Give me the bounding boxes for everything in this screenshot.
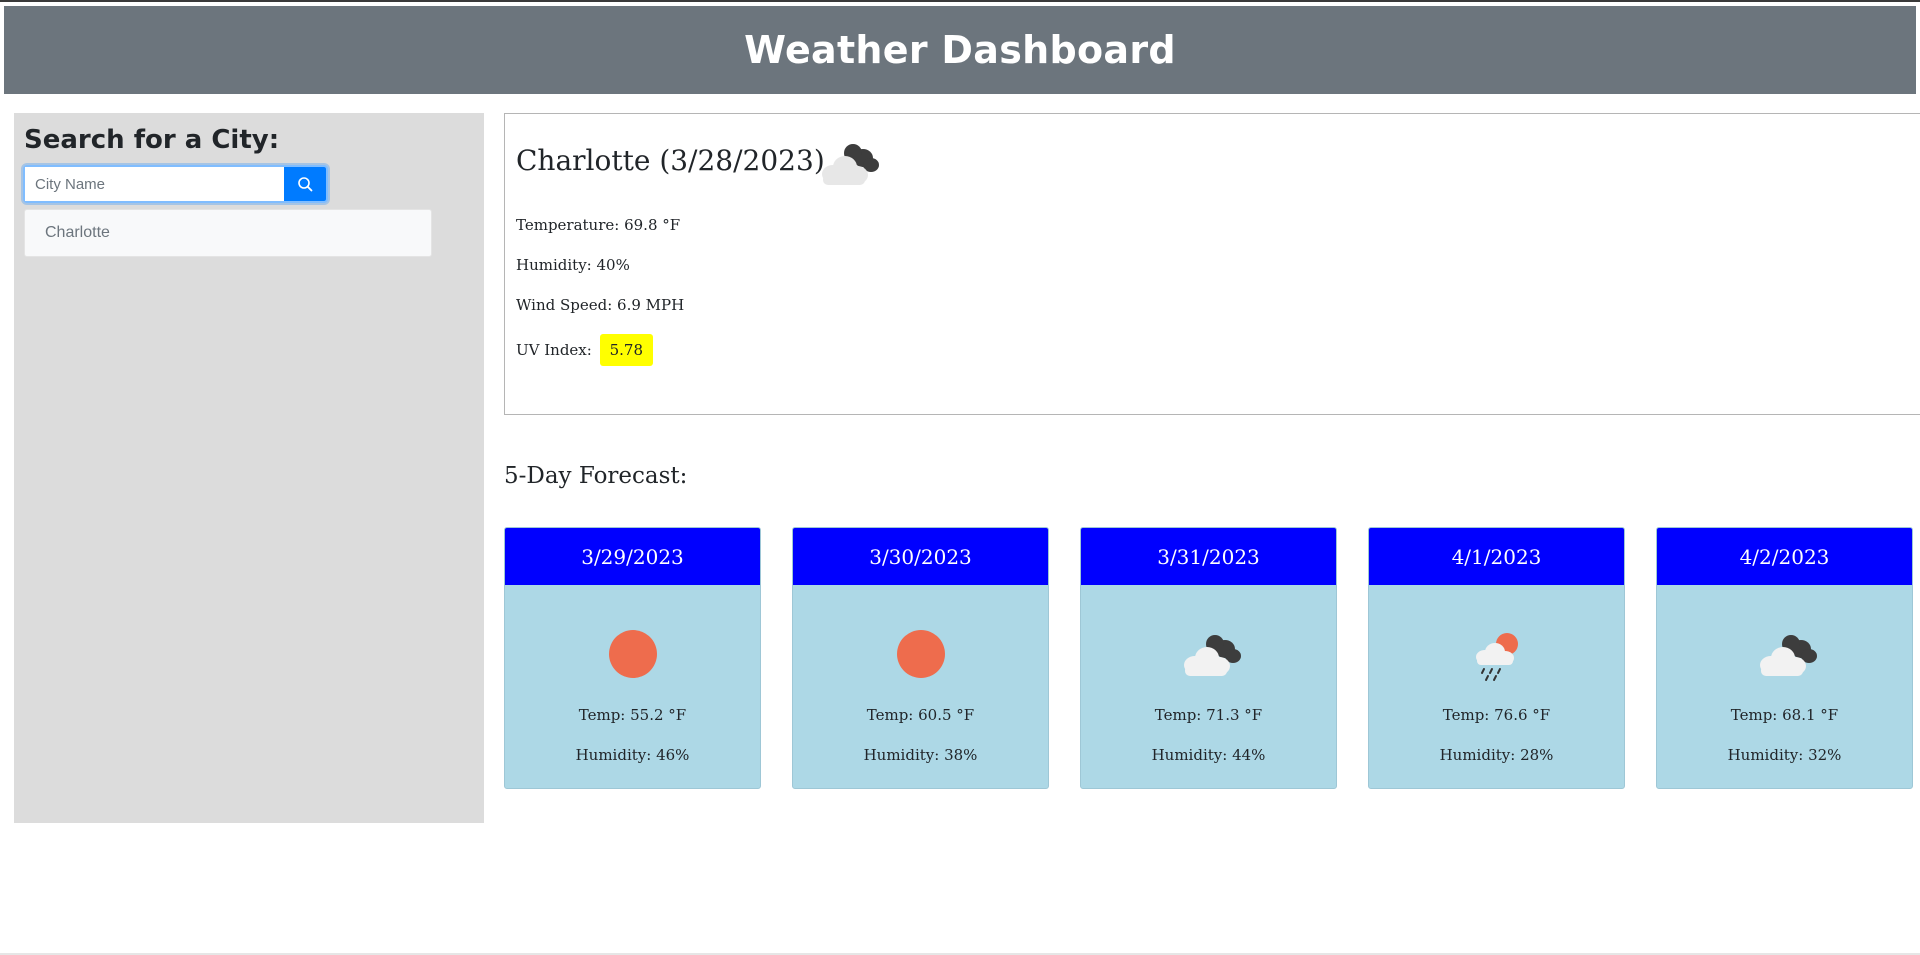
forecast-date: 4/2/2023 — [1657, 528, 1912, 585]
current-city-title: Charlotte (3/28/2023) — [516, 144, 825, 177]
forecast-card: 3/31/2023 Temp: 71.3 °F Humidity: 44% — [1080, 527, 1337, 789]
sun-icon — [505, 628, 760, 680]
city-search-input[interactable] — [25, 167, 284, 201]
forecast-temp: Temp: 71.3 °F — [1154, 706, 1263, 724]
forecast-humidity: Humidity: 28% — [1439, 746, 1554, 764]
forecast-humidity: Humidity: 38% — [863, 746, 978, 764]
forecast-date: 3/31/2023 — [1081, 528, 1336, 585]
search-icon — [298, 177, 313, 192]
forecast-card: 4/2/2023 Temp: 68.1 °F Humidity: 32% — [1656, 527, 1913, 789]
forecast-card: 3/29/2023 Temp: 55.2 °F Humidity: 46% — [504, 527, 761, 789]
uv-label: UV Index: — [516, 341, 592, 359]
forecast-temp: Temp: 55.2 °F — [578, 706, 687, 724]
search-group — [23, 165, 328, 203]
forecast-humidity: Humidity: 46% — [575, 746, 690, 764]
search-title: Search for a City: — [24, 125, 280, 155]
page-header: Weather Dashboard — [4, 6, 1916, 94]
forecast-date: 3/30/2023 — [793, 528, 1048, 585]
broken-clouds-icon — [1657, 632, 1912, 682]
forecast-temp: Temp: 60.5 °F — [866, 706, 975, 724]
forecast-humidity: Humidity: 44% — [1151, 746, 1266, 764]
current-uv-row: UV Index: 5.78 — [516, 334, 654, 366]
search-button[interactable] — [284, 167, 326, 201]
forecast-date: 4/1/2023 — [1369, 528, 1624, 585]
history-item-charlotte[interactable]: Charlotte — [24, 209, 432, 257]
current-wind-speed: Wind Speed: 6.9 MPH — [516, 296, 685, 314]
forecast-temp: Temp: 76.6 °F — [1442, 706, 1551, 724]
broken-clouds-icon — [811, 141, 883, 195]
forecast-date: 3/29/2023 — [505, 528, 760, 585]
top-border — [0, 0, 1920, 5]
current-humidity: Humidity: 40% — [516, 256, 630, 274]
sun-icon — [793, 628, 1048, 680]
forecast-temp: Temp: 68.1 °F — [1730, 706, 1839, 724]
forecast-title: 5-Day Forecast: — [504, 463, 688, 489]
page-title: Weather Dashboard — [744, 28, 1176, 72]
broken-clouds-icon — [1081, 632, 1336, 682]
rain-sun-icon — [1369, 630, 1624, 684]
uv-badge: 5.78 — [599, 334, 654, 366]
forecast-humidity: Humidity: 32% — [1727, 746, 1842, 764]
current-temperature: Temperature: 69.8 °F — [516, 216, 681, 234]
search-sidebar: Search for a City: Charlotte — [14, 113, 484, 823]
forecast-card: 3/30/2023 Temp: 60.5 °F Humidity: 38% — [792, 527, 1049, 789]
current-weather-panel: Charlotte (3/28/2023) Temperature: 69.8 … — [504, 113, 1920, 415]
forecast-card: 4/1/2023 Temp: 76.6 °F Humidity: 28% — [1368, 527, 1625, 789]
